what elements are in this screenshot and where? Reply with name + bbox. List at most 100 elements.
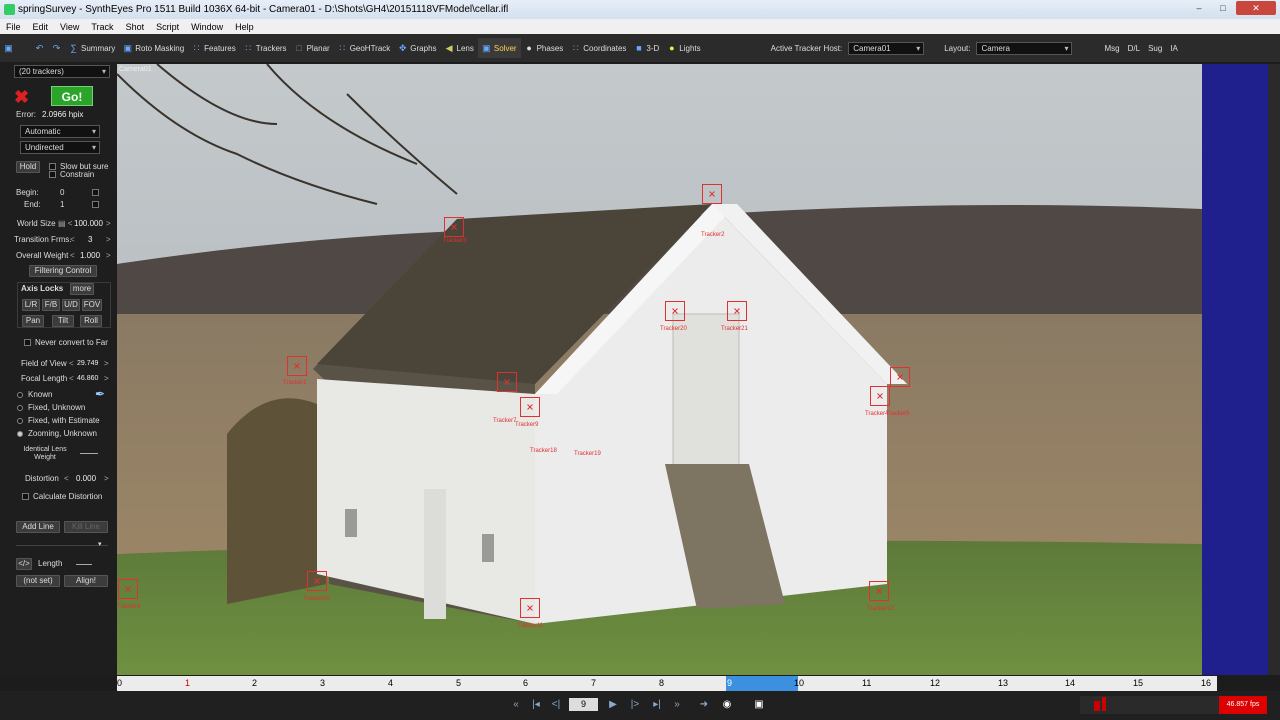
tracker-10[interactable] <box>307 571 327 591</box>
solve-mode-dropdown[interactable]: Automatic <box>20 125 100 138</box>
world-size-increment[interactable]: > <box>106 218 111 230</box>
menu-shot[interactable]: Shot <box>126 22 145 32</box>
tracker-3[interactable] <box>444 217 464 237</box>
constrain-checkbox[interactable] <box>49 171 56 178</box>
align-button[interactable]: Align! <box>64 575 108 587</box>
focal-decrement[interactable]: < <box>69 373 74 385</box>
tracker-9[interactable] <box>520 397 540 417</box>
overall-weight-value[interactable]: 1.000 <box>80 250 100 262</box>
transition-decrement[interactable]: < <box>70 234 75 246</box>
layout-dropdown[interactable]: Camera <box>976 41 1073 55</box>
room-phases[interactable]: ● Phases <box>521 38 568 58</box>
tracker-12[interactable] <box>869 581 889 601</box>
menu-script[interactable]: Script <box>156 22 179 32</box>
fov-increment[interactable]: > <box>104 358 109 370</box>
overall-weight-increment[interactable]: > <box>106 250 111 262</box>
direction-dropdown[interactable]: Undirected <box>20 141 100 154</box>
known-radio[interactable] <box>17 392 23 398</box>
distortion-decrement[interactable]: < <box>64 473 69 485</box>
room-solver[interactable]: ▣ Solver <box>477 38 521 58</box>
tracker-21[interactable] <box>727 301 747 321</box>
line-list[interactable] <box>16 545 108 546</box>
room-features[interactable]: ∷ Features <box>188 38 240 58</box>
room-lens[interactable]: ◀ Lens <box>441 38 478 58</box>
room-summary[interactable]: ∑ Summary <box>65 38 119 58</box>
tracker-1[interactable] <box>287 356 307 376</box>
timeline-playhead-range[interactable] <box>726 676 798 691</box>
fixed-estimate-radio[interactable] <box>17 418 23 424</box>
timeline-bar[interactable]: 0 1 2 3 4 5 6 7 8 9 10 11 12 13 14 15 16 <box>117 676 1217 691</box>
lock-roll-button[interactable]: Roll <box>80 315 102 327</box>
step-back-icon[interactable]: <| <box>549 699 563 711</box>
fov-value[interactable]: 29.749 <box>77 358 98 370</box>
menu-edit[interactable]: Edit <box>33 22 49 32</box>
tracker-5[interactable] <box>890 367 910 387</box>
menu-view[interactable]: View <box>60 22 79 32</box>
overall-weight-decrement[interactable]: < <box>70 250 75 262</box>
tracker-7[interactable] <box>497 372 517 392</box>
menu-window[interactable]: Window <box>191 22 223 32</box>
length-value[interactable] <box>76 564 92 565</box>
ia-button[interactable]: IA <box>1166 38 1182 58</box>
tracker-2[interactable] <box>702 184 722 204</box>
skip-forward-icon[interactable]: ▸| <box>650 699 664 711</box>
lock-lr-button[interactable]: L/R <box>22 299 40 311</box>
go-button[interactable]: Go! <box>51 86 93 106</box>
room-trackers[interactable]: ∷ Trackers <box>240 38 291 58</box>
transition-value[interactable]: 3 <box>88 234 92 246</box>
fast-forward-end-icon[interactable]: » <box>670 699 684 711</box>
tracker-11[interactable] <box>520 598 540 618</box>
current-frame-field[interactable]: 9 <box>569 698 598 711</box>
lock-fb-button[interactable]: F/B <box>42 299 60 311</box>
room-planar[interactable]: □ Planar <box>291 38 334 58</box>
save-button[interactable]: ▣ <box>0 38 17 58</box>
menu-track[interactable]: Track <box>91 22 113 32</box>
redo-button[interactable]: ↷ <box>48 38 65 58</box>
begin-value[interactable]: 0 <box>60 187 64 199</box>
tracker-4[interactable] <box>870 386 890 406</box>
end-value[interactable]: 1 <box>60 199 64 211</box>
line-list-chevron-icon[interactable]: ▾ <box>98 539 102 551</box>
not-set-button[interactable]: (not set) <box>16 575 60 587</box>
distortion-value[interactable]: 0.000 <box>76 473 96 485</box>
lock-pan-button[interactable]: Pan <box>22 315 44 327</box>
room-lights[interactable]: ● Lights <box>663 38 704 58</box>
minimize-button[interactable]: – <box>1188 1 1210 15</box>
msg-button[interactable]: Msg <box>1100 38 1123 58</box>
room-graphs[interactable]: ✥ Graphs <box>394 38 440 58</box>
begin-checkbox[interactable] <box>92 189 99 196</box>
filtering-control-button[interactable]: Filtering Control <box>29 265 97 277</box>
transition-increment[interactable]: > <box>106 234 111 246</box>
add-line-button[interactable]: Add Line <box>16 521 60 533</box>
viewport-scrollbar[interactable] <box>1268 64 1280 675</box>
zoom-icon[interactable]: ◉ <box>720 699 734 711</box>
fit-icon[interactable]: ▣ <box>752 699 766 711</box>
tracker-6[interactable] <box>118 579 138 599</box>
focal-increment[interactable]: > <box>104 373 109 385</box>
kill-line-button[interactable]: Kill Line <box>64 521 108 533</box>
room-coordinates[interactable]: ∷ Coordinates <box>567 38 630 58</box>
room-roto[interactable]: ▣ Roto Masking <box>119 38 188 58</box>
fov-decrement[interactable]: < <box>69 358 74 370</box>
maximize-button[interactable]: □ <box>1212 1 1234 15</box>
axis-locks-more-button[interactable]: more <box>70 283 94 295</box>
menu-file[interactable]: File <box>6 22 21 32</box>
focal-length-value[interactable]: 46.860 <box>77 373 98 385</box>
room-geohtrack[interactable]: ∷ GeoHTrack <box>334 38 395 58</box>
direction-arrow-icon[interactable]: ➜ <box>697 699 711 711</box>
tracker-set-dropdown[interactable]: (20 trackers) <box>14 65 110 78</box>
lock-tilt-button[interactable]: Tilt <box>52 315 74 327</box>
sug-button[interactable]: Sug <box>1144 38 1166 58</box>
lock-ud-button[interactable]: U/D <box>62 299 80 311</box>
fixed-unknown-radio[interactable] <box>17 405 23 411</box>
calc-distortion-checkbox[interactable] <box>22 493 29 500</box>
distortion-increment[interactable]: > <box>104 473 109 485</box>
room-3d[interactable]: ■ 3-D <box>630 38 663 58</box>
tracker-host-dropdown[interactable]: Camera01 <box>848 41 925 55</box>
camera-viewport[interactable]: Camera01 Tracker3 Tracker2 Tracker20 Tra… <box>117 64 1202 675</box>
end-checkbox[interactable] <box>92 201 99 208</box>
lock-fov-button[interactable]: FOV <box>82 299 102 311</box>
close-button[interactable]: ✕ <box>1236 1 1276 15</box>
dl-button[interactable]: D/L <box>1124 38 1144 58</box>
world-size-decrement[interactable]: ▤ < <box>58 218 72 230</box>
